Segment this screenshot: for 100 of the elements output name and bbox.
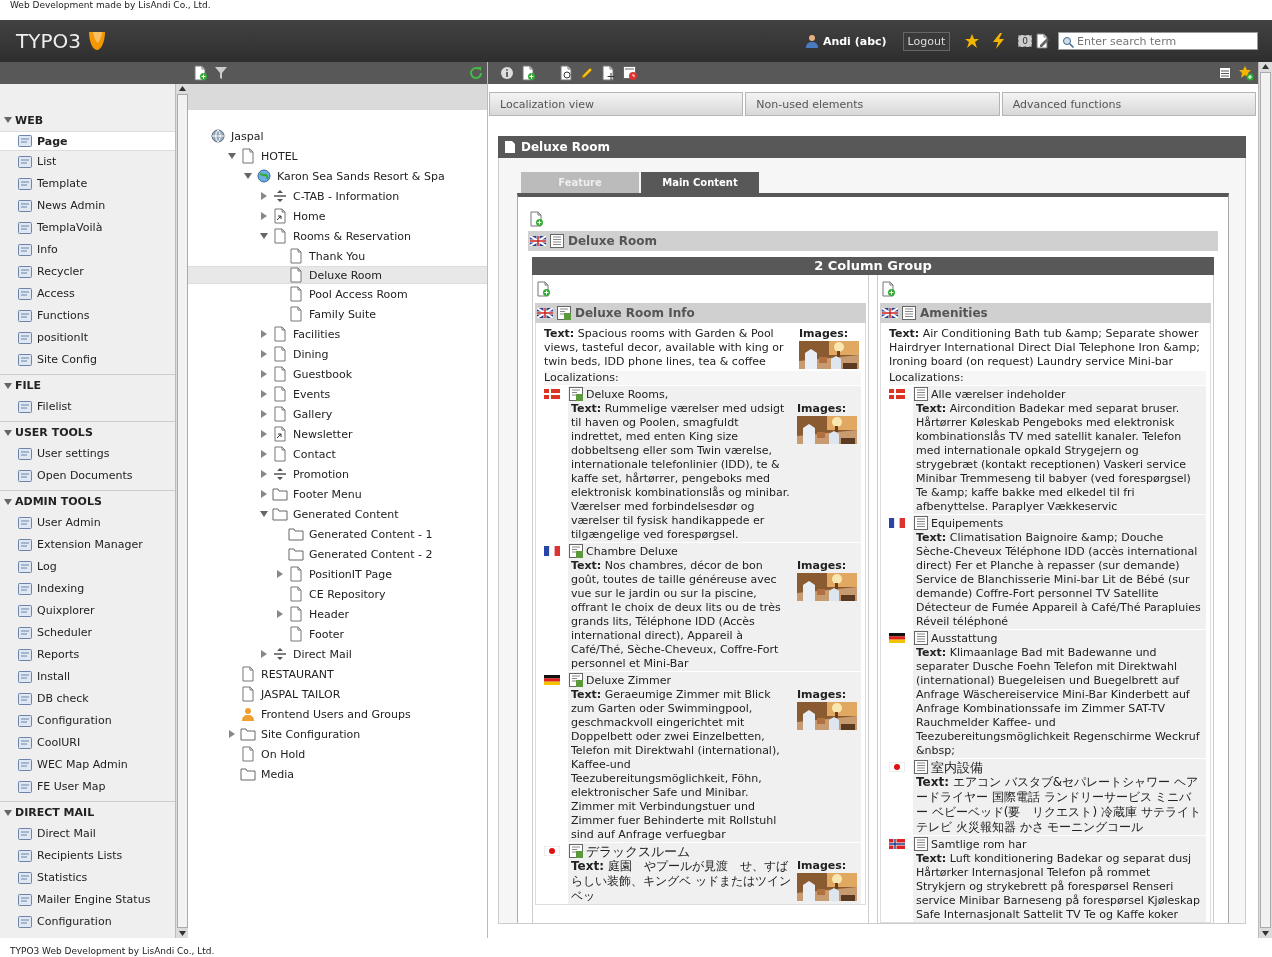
expanded-arrow-icon[interactable]: [4, 428, 12, 437]
expanded-arrow-icon[interactable]: [260, 232, 268, 240]
tree-item[interactable]: C-TAB - Information: [293, 189, 400, 203]
tree-item[interactable]: On Hold: [261, 747, 306, 761]
module-item[interactable]: Functions: [0, 305, 175, 327]
new-page-icon[interactable]: [880, 281, 896, 297]
new-page-icon[interactable]: [535, 281, 551, 297]
tree-item[interactable]: Jaspal: [231, 129, 264, 143]
tree-item[interactable]: Thank You: [309, 249, 366, 263]
list-view-icon[interactable]: [1218, 66, 1232, 80]
move-page-icon[interactable]: [600, 65, 616, 81]
section-heading[interactable]: ADMIN TOOLS: [15, 495, 102, 508]
collapsed-arrow-icon[interactable]: [260, 650, 268, 658]
new-page-icon[interactable]: [520, 65, 536, 81]
tab[interactable]: Non-used elements: [745, 92, 1000, 116]
module-item[interactable]: User settings: [0, 443, 175, 465]
module-item[interactable]: positionIt: [0, 327, 175, 349]
tree-item[interactable]: Generated Content - 1: [309, 527, 433, 541]
tree-item[interactable]: Media: [261, 767, 295, 781]
collapsed-arrow-icon[interactable]: [260, 370, 268, 378]
section-heading[interactable]: FILE: [15, 379, 42, 392]
collapsed-arrow-icon[interactable]: [228, 730, 236, 738]
logout-button[interactable]: Logout: [902, 31, 951, 51]
module-item[interactable]: Open Documents: [0, 465, 175, 487]
collapsed-arrow-icon[interactable]: [276, 610, 284, 618]
tree-item[interactable]: Site Configuration: [261, 727, 361, 741]
tree-item[interactable]: Generated Content: [293, 507, 399, 521]
expanded-arrow-icon[interactable]: [228, 152, 236, 160]
tree-item[interactable]: Direct Mail: [293, 647, 352, 661]
tree-item[interactable]: Header: [309, 607, 350, 621]
tree-item[interactable]: Home: [293, 209, 326, 223]
info-icon[interactable]: [500, 66, 514, 80]
module-item[interactable]: Scheduler: [0, 622, 175, 644]
filter-icon[interactable]: [214, 66, 228, 80]
expanded-arrow-icon[interactable]: [4, 116, 12, 124]
section-heading[interactable]: WEB: [15, 113, 44, 127]
module-item[interactable]: Log: [0, 556, 175, 578]
collapsed-arrow-icon[interactable]: [260, 192, 268, 200]
expanded-arrow-icon[interactable]: [244, 172, 252, 180]
tree-item[interactable]: Pool Access Room: [309, 287, 408, 301]
expanded-arrow-icon[interactable]: [4, 497, 12, 506]
tree-item[interactable]: Contact: [293, 447, 336, 461]
tab[interactable]: Main Content: [641, 172, 759, 193]
collapsed-arrow-icon[interactable]: [260, 212, 268, 220]
module-item[interactable]: Install: [0, 666, 175, 688]
module-item[interactable]: Site Config: [0, 349, 175, 371]
tree-item[interactable]: Guestbook: [293, 367, 353, 381]
tree-item[interactable]: Facilities: [293, 327, 341, 341]
section-heading[interactable]: USER TOOLS: [15, 426, 93, 439]
module-item[interactable]: Indexing: [0, 578, 175, 600]
tree-item[interactable]: Footer: [309, 627, 344, 641]
collapsed-arrow-icon[interactable]: [276, 570, 284, 578]
module-item[interactable]: Info: [0, 239, 175, 261]
add-favorite-icon[interactable]: [1238, 65, 1254, 81]
pencil-icon[interactable]: [580, 66, 594, 80]
tree-item[interactable]: PositionIT Page: [309, 567, 392, 581]
tree-item[interactable]: RESTAURANT: [261, 667, 334, 681]
tree-item[interactable]: Dining: [293, 347, 329, 361]
module-item[interactable]: Access: [0, 283, 175, 305]
tree-item[interactable]: CE Repository: [309, 587, 386, 601]
edit-document-icon[interactable]: [1034, 33, 1050, 49]
module-item[interactable]: Direct Mail: [0, 823, 175, 845]
expanded-arrow-icon[interactable]: [260, 510, 268, 518]
module-item[interactable]: Page: [0, 131, 175, 151]
tree-item[interactable]: Family Suite: [309, 307, 376, 321]
module-item[interactable]: Configuration: [0, 911, 175, 933]
module-item[interactable]: News Admin: [0, 195, 175, 217]
collapsed-arrow-icon[interactable]: [260, 470, 268, 478]
tree-item[interactable]: Frontend Users and Groups: [261, 707, 411, 721]
module-item[interactable]: Extension Manager: [0, 534, 175, 556]
module-item[interactable]: Configuration: [0, 710, 175, 732]
module-item[interactable]: WEC Map Admin: [0, 754, 175, 776]
expanded-arrow-icon[interactable]: [4, 808, 12, 817]
module-item[interactable]: Reports: [0, 644, 175, 666]
collapsed-arrow-icon[interactable]: [260, 430, 268, 438]
tree-item[interactable]: Rooms & Reservation: [293, 229, 411, 243]
star-icon[interactable]: [964, 33, 981, 49]
module-item[interactable]: Quixplorer: [0, 600, 175, 622]
module-item[interactable]: TemplaVoilà: [0, 217, 175, 239]
count-badge[interactable]: 0: [1018, 35, 1032, 47]
tree-item[interactable]: HOTEL: [261, 149, 298, 163]
expanded-arrow-icon[interactable]: [4, 381, 12, 390]
tree-item[interactable]: Gallery: [293, 407, 333, 421]
user-name[interactable]: Andi (abc): [822, 34, 887, 48]
module-item[interactable]: Statistics: [0, 867, 175, 889]
tree-item[interactable]: Generated Content - 2: [309, 547, 433, 561]
search-field[interactable]: Enter search term: [1058, 32, 1258, 50]
lightning-icon[interactable]: [992, 33, 1007, 49]
module-item[interactable]: FE User Map: [0, 776, 175, 798]
new-page-icon[interactable]: [192, 65, 208, 81]
collapsed-arrow-icon[interactable]: [260, 330, 268, 338]
module-item[interactable]: Mailer Engine Status: [0, 889, 175, 911]
collapsed-arrow-icon[interactable]: [260, 410, 268, 418]
module-item[interactable]: DB check: [0, 688, 175, 710]
tree-item[interactable]: JASPAL TAILOR: [261, 687, 341, 701]
scrollbar[interactable]: [175, 84, 188, 938]
section-heading[interactable]: DIRECT MAIL: [15, 806, 95, 819]
refresh-icon[interactable]: [469, 66, 483, 80]
tree-item[interactable]: Newsletter: [293, 427, 353, 441]
module-item[interactable]: User Admin: [0, 512, 175, 534]
